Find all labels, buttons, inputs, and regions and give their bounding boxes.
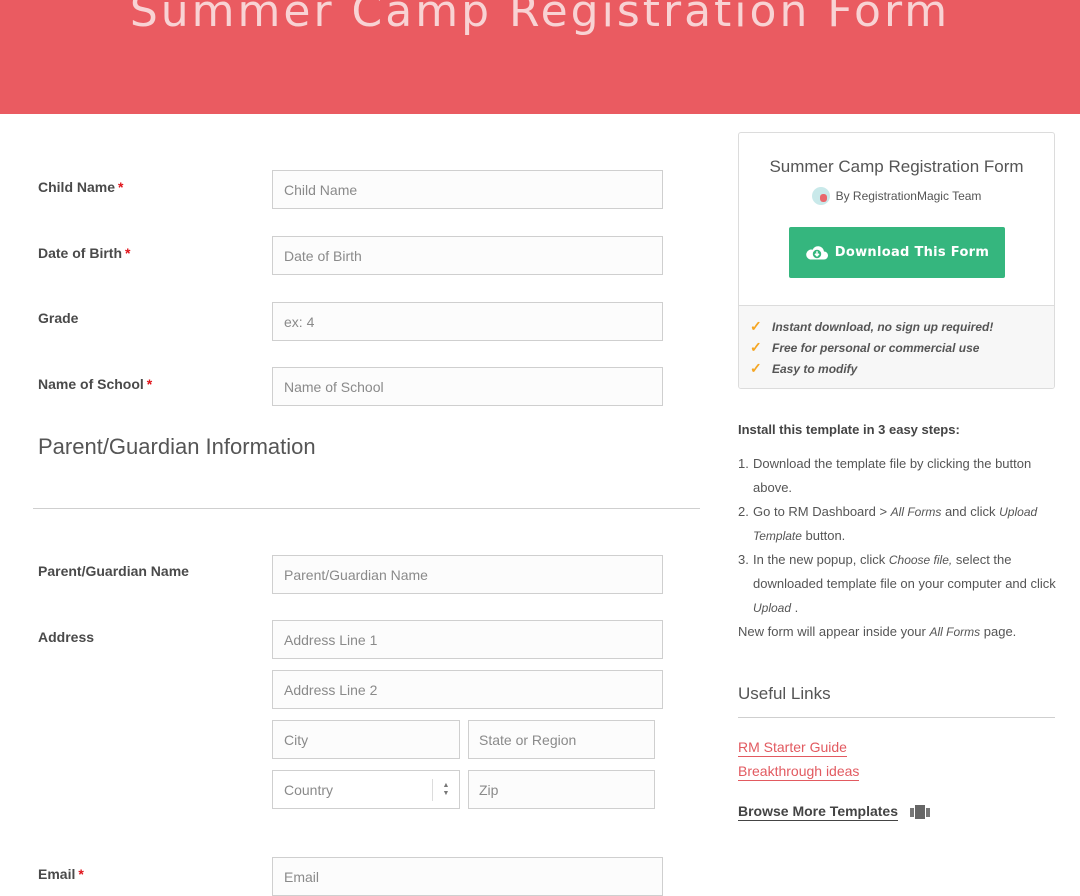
required-marker: * [118, 179, 124, 195]
rm-starter-guide-link[interactable]: RM Starter Guide [738, 739, 847, 757]
step-item: 1. Download the template file by clicking… [738, 456, 1032, 495]
feature-item: ✓ Free for personal or commercial use [750, 339, 980, 355]
placeholder: Name of School [284, 378, 384, 395]
page-title: Summer Camp Registration Form [129, 0, 951, 37]
template-card: Summer Camp Registration Form By Registr… [738, 132, 1055, 389]
placeholder: ex: 4 [284, 313, 315, 330]
required-marker: * [125, 245, 131, 261]
placeholder: State or Region [479, 731, 577, 748]
zip-input[interactable]: Zip [468, 770, 655, 809]
card-title: Summer Camp Registration Form [769, 157, 1024, 176]
steps-title: Install this template in 3 easy steps: [738, 422, 960, 437]
selected-value: Country [284, 781, 334, 798]
features-list: ✓ Instant download, no sign up required! … [739, 305, 1054, 388]
grade-input[interactable]: ex: 4 [272, 302, 663, 341]
links-divider [738, 717, 1055, 718]
placeholder: Child Name [284, 181, 358, 198]
dob-label: Date of Birth * [38, 245, 131, 261]
author-name: By RegistrationMagic Team [835, 189, 982, 203]
section-divider [33, 508, 700, 509]
breakthrough-ideas-link[interactable]: Breakthrough ideas [738, 763, 860, 781]
school-label: Name of School * [38, 376, 153, 392]
placeholder: Parent/Guardian Name [284, 566, 428, 583]
email-label: Email * [38, 866, 84, 882]
child-name-label: Child Name * [38, 179, 124, 195]
useful-links-title: Useful Links [738, 684, 831, 703]
author-logo-icon [811, 187, 830, 205]
email-input[interactable]: Email [272, 857, 663, 896]
checkmark-icon: ✓ [750, 318, 762, 334]
required-marker: * [78, 866, 84, 882]
install-steps: 1. Download the template file by clicking… [738, 452, 1058, 644]
school-input[interactable]: Name of School [272, 367, 663, 406]
card-author: By RegistrationMagic Team [739, 187, 1054, 205]
section-title-parent: Parent/Guardian Information [38, 434, 316, 459]
step-item: 3. In the new popup, click Choose file, s… [738, 552, 1056, 615]
parent-name-input[interactable]: Parent/Guardian Name [272, 555, 663, 594]
placeholder: Date of Birth [284, 247, 362, 264]
hero-banner: Summer Camp Registration Form [0, 0, 1080, 114]
city-input[interactable]: City [272, 720, 460, 759]
placeholder: City [284, 731, 309, 748]
country-select[interactable]: Country ▲ ▼ [272, 770, 460, 809]
state-input[interactable]: State or Region [468, 720, 655, 759]
parent-name-label: Parent/Guardian Name [38, 563, 189, 579]
child-name-input[interactable]: Child Name [272, 170, 663, 209]
checkmark-icon: ✓ [750, 339, 762, 355]
address-line2-input[interactable]: Address Line 2 [272, 670, 663, 709]
address-label: Address [38, 629, 95, 645]
step-item: 2. Go to RM Dashboard > All Forms and cli… [738, 504, 1038, 543]
grade-label: Grade [38, 310, 79, 326]
feature-item: ✓ Instant download, no sign up required! [750, 318, 994, 334]
address-line1-input[interactable]: Address Line 1 [272, 620, 663, 659]
dob-input[interactable]: Date of Birth [272, 236, 663, 275]
required-marker: * [146, 376, 153, 392]
cloud-download-icon [805, 246, 828, 260]
placeholder: Address Line 1 [284, 631, 378, 648]
placeholder: Email [284, 868, 320, 885]
placeholder: Address Line 2 [284, 681, 378, 698]
carousel-icon [910, 805, 930, 819]
select-arrows-icon: ▲ ▼ [442, 782, 450, 797]
download-form-button[interactable]: Download This Form [789, 227, 1005, 278]
browse-more-templates-link[interactable]: Browse More Templates [738, 803, 899, 821]
download-label: Download This Form [834, 245, 990, 260]
steps-footer: New form will appear inside your All For… [738, 624, 1017, 639]
feature-item: ✓ Easy to modify [750, 360, 858, 376]
placeholder: Zip [479, 781, 499, 798]
checkmark-icon: ✓ [750, 360, 762, 376]
select-divider [432, 779, 433, 801]
